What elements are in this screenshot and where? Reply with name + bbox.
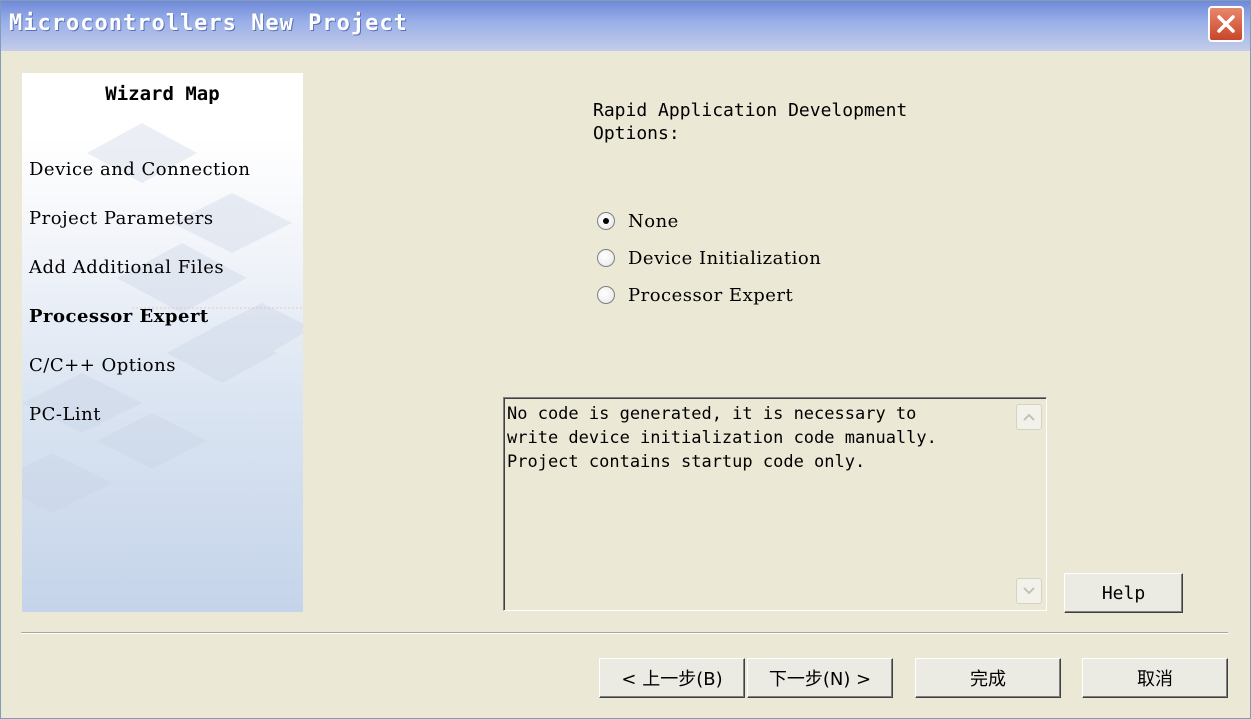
close-button[interactable] (1208, 6, 1244, 42)
rad-options-label: Rapid Application Development Options: (593, 100, 908, 144)
wizard-step-project-parameters: Project Parameters (29, 208, 214, 229)
finish-button[interactable]: 完成 (915, 658, 1061, 698)
wizard-map-title: Wizard Map (105, 83, 220, 105)
wizard-step-device-and-connection: Device and Connection (29, 159, 251, 180)
window-title: Microcontrollers New Project (9, 11, 408, 36)
description-scrollbar[interactable] (1014, 400, 1044, 608)
chevron-down-icon (1023, 587, 1035, 595)
close-icon (1217, 15, 1235, 33)
radio-option-none[interactable]: None (597, 209, 679, 233)
cancel-button[interactable]: 取消 (1082, 658, 1228, 698)
dialog-window: Microcontrollers New Project Wizard Map … (0, 0, 1251, 719)
radio-button-icon[interactable] (597, 249, 615, 267)
radio-option-device-initialization[interactable]: Device Initialization (597, 246, 821, 270)
description-textarea[interactable]: No code is generated, it is necessary to… (503, 397, 1047, 611)
radio-option-processor-expert[interactable]: Processor Expert (597, 283, 793, 307)
wizard-step-add-additional-files: Add Additional Files (29, 257, 225, 278)
radio-label-device-initialization: Device Initialization (628, 247, 822, 269)
help-button[interactable]: Help (1064, 573, 1183, 613)
radio-button-selected-icon[interactable] (597, 212, 615, 230)
wizard-step-c-cpp-options: C/C++ Options (29, 355, 176, 376)
wizard-step-processor-expert: Processor Expert (29, 306, 209, 327)
chevron-up-icon (1023, 413, 1035, 421)
wizard-step-pc-lint: PC-Lint (29, 404, 102, 425)
scroll-down-button[interactable] (1016, 578, 1042, 604)
radio-button-icon[interactable] (597, 286, 615, 304)
radio-label-none: None (628, 210, 679, 232)
wizard-map-panel: Wizard Map Device and Connection Project… (22, 73, 303, 612)
radio-label-processor-expert: Processor Expert (628, 284, 794, 306)
wizard-map-background-decoration (22, 123, 303, 513)
back-button[interactable]: < 上一步(B) (599, 658, 745, 698)
scroll-up-button[interactable] (1016, 404, 1042, 430)
title-bar[interactable]: Microcontrollers New Project (1, 1, 1250, 51)
footer-separator (21, 632, 1228, 634)
next-button[interactable]: 下一步(N) > (747, 658, 893, 698)
description-text: No code is generated, it is necessary to… (507, 404, 937, 472)
